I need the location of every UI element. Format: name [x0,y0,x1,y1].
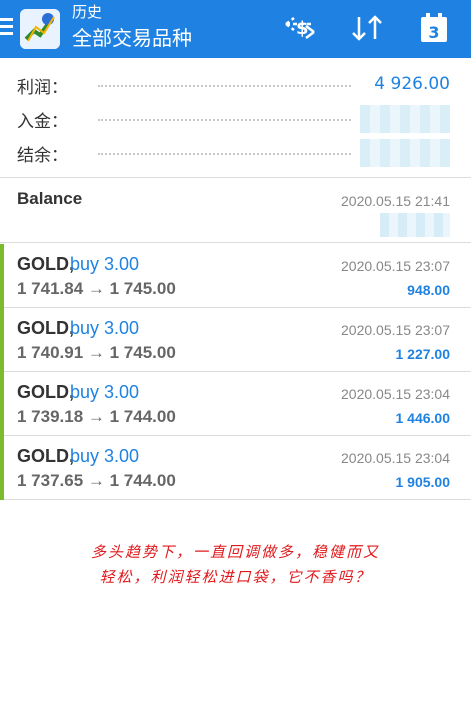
trade-profit: 1 227.00 [395,346,451,362]
trade-side: buy 3.00 [70,446,140,466]
trade-time: 2020.05.15 23:04 [341,386,450,402]
trade-row[interactable]: GOLD, buy 3.00 1 737.65 → 1 744.00 2020.… [0,436,471,500]
profit-row: 利润： 4 926.00 [0,71,471,101]
trade-time: 2020.05.15 23:04 [341,450,450,466]
trade-profit: 1 446.00 [395,410,451,426]
balance-entry-amount-blurred [380,213,450,237]
trade-symbol: GOLD, [17,446,74,466]
header-title: 历史 [72,3,103,21]
deposit-row: 入金： [0,105,471,135]
trade-row[interactable]: GOLD, buy 3.00 1 741.84 → 1 745.00 2020.… [0,244,471,308]
trade-prices: 1 739.18 → 1 744.00 [17,407,176,426]
trade-prices: 1 737.65 → 1 744.00 [17,471,176,490]
dotted-leader [98,153,351,155]
menu-icon[interactable] [0,14,16,42]
trade-side: buy 3.00 [70,382,140,402]
buy-indicator-bar [0,244,4,308]
calendar-day: 3 [428,23,439,42]
balance-entry[interactable]: Balance 2020.05.15 21:41 [0,179,471,243]
balance-entry-time: 2020.05.15 21:41 [341,193,450,209]
balance-value-blurred [360,139,450,167]
dotted-leader [98,119,351,121]
balance-label: 结余： [17,146,68,166]
trade-row[interactable]: GOLD, buy 3.00 1 740.91 → 1 745.00 2020.… [0,308,471,372]
symbol-filter-title[interactable]: 全部交易品种 [72,25,192,51]
trade-profit: 1 905.00 [395,474,451,490]
buy-indicator-bar [0,372,4,436]
deposit-value-blurred [360,105,450,133]
trade-symbol: GOLD, [17,254,74,274]
trade-prices: 1 741.84 → 1 745.00 [17,279,176,298]
trade-side: buy 3.00 [70,318,140,338]
promo-caption: 多头趋势下，一直回调做多，稳健而又 轻松，利润轻松进口袋，它不香吗？ [0,540,471,590]
dotted-leader [98,85,351,87]
trade-time: 2020.05.15 23:07 [341,258,450,274]
trade-row[interactable]: GOLD, buy 3.00 1 739.18 → 1 744.00 2020.… [0,372,471,436]
deposit-withdraw-icon[interactable]: $ [278,6,322,50]
caption-line-1: 多头趋势下，一直回调做多，稳健而又 [90,543,380,561]
balance-entry-label: Balance [17,189,83,208]
trade-symbol: GOLD, [17,318,74,338]
trade-profit: 948.00 [407,282,450,298]
app-header: 历史 全部交易品种 $ 3 [0,0,471,58]
trade-prices: 1 740.91 → 1 745.00 [17,343,176,362]
buy-indicator-bar [0,308,4,372]
balance-summary-row: 结余： [0,139,471,169]
trade-time: 2020.05.15 23:07 [341,322,450,338]
calendar-icon[interactable]: 3 [412,6,456,50]
svg-text:$: $ [296,18,309,39]
app-logo [20,9,60,49]
caption-line-2: 轻松，利润轻松进口袋，它不香吗？ [99,568,372,586]
buy-indicator-bar [0,436,4,500]
deposit-label: 入金： [17,112,68,132]
trade-symbol: GOLD, [17,382,74,402]
profit-label: 利润： [17,78,68,98]
sort-icon[interactable] [345,6,389,50]
trade-side: buy 3.00 [70,254,140,274]
profit-value: 4 926.00 [374,74,450,94]
history-summary: 利润： 4 926.00 入金： 结余： [0,58,471,178]
